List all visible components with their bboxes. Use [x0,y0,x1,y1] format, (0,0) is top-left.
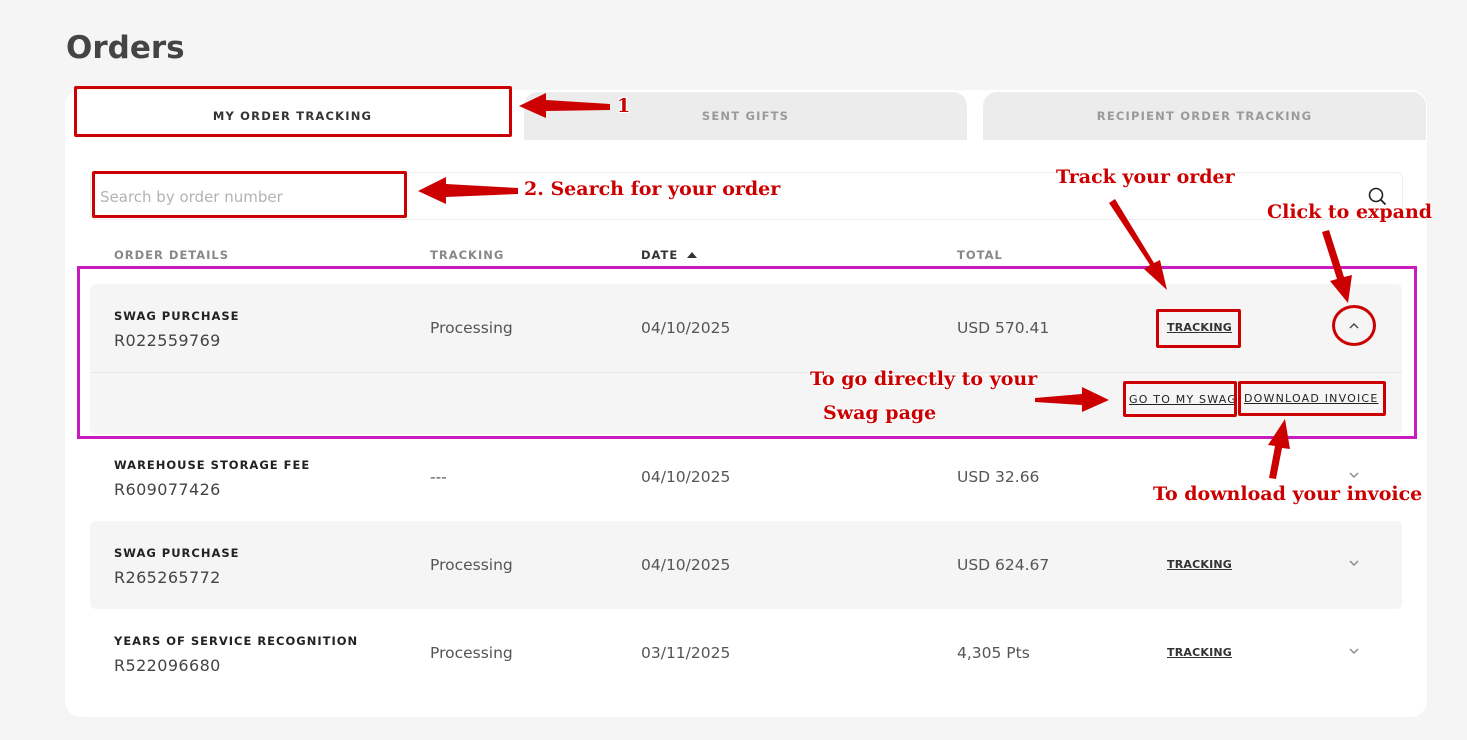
tracking-status: --- [430,468,447,486]
order-type: YEARS OF SERVICE RECOGNITION [114,634,359,648]
header-total: TOTAL [957,248,1003,262]
tracking-link[interactable]: TRACKING [1167,646,1232,659]
annotation-swag-line-1: To go directly to your [810,368,1038,390]
order-date: 03/11/2025 [641,644,731,662]
annotation-swag-line-2: Swag page [823,402,937,424]
tracking-status: Processing [430,319,513,337]
annotation-step-1: 1 [617,95,631,117]
page-title: Orders [66,30,185,66]
go-to-my-swag-link[interactable]: GO TO MY SWAG [1129,393,1237,406]
annotation-search: 2. Search for your order [524,178,781,200]
download-invoice-link[interactable]: DOWNLOAD INVOICE [1244,392,1378,405]
chevron-down-icon[interactable] [1347,558,1361,568]
order-total: USD 570.41 [957,319,1050,337]
order-total: USD 624.67 [957,556,1050,574]
order-type: SWAG PURCHASE [114,546,240,560]
chevron-down-icon[interactable] [1347,470,1361,480]
order-date: 04/10/2025 [641,468,731,486]
annotation-invoice: To download your invoice [1153,483,1423,505]
table-row-expanded [90,284,1402,434]
order-date: 04/10/2025 [641,556,731,574]
chevron-up-icon[interactable] [1347,321,1361,331]
order-number: R609077426 [114,480,221,499]
sort-ascending-icon[interactable] [686,251,698,259]
order-total: 4,305 Pts [957,644,1030,662]
annotation-track: Track your order [1056,166,1235,188]
tracking-link[interactable]: TRACKING [1167,558,1232,571]
order-date: 04/10/2025 [641,319,731,337]
order-type: SWAG PURCHASE [114,309,240,323]
tab-my-order-tracking[interactable]: MY ORDER TRACKING [65,92,520,140]
annotation-expand: Click to expand [1267,201,1433,223]
header-order-details: ORDER DETAILS [114,248,230,262]
tracking-status: Processing [430,644,513,662]
tab-sent-gifts[interactable]: SENT GIFTS [524,92,967,140]
order-total: USD 32.66 [957,468,1040,486]
order-number: R265265772 [114,568,221,587]
order-number: R022559769 [114,331,221,350]
tracking-status: Processing [430,556,513,574]
search-input[interactable] [100,184,390,210]
chevron-down-icon[interactable] [1347,646,1361,656]
tab-recipient-order-tracking[interactable]: RECIPIENT ORDER TRACKING [983,92,1426,140]
header-tracking: TRACKING [430,248,505,262]
order-type: WAREHOUSE STORAGE FEE [114,458,311,472]
header-date[interactable]: DATE [641,248,678,262]
order-number: R522096680 [114,656,221,675]
tracking-link[interactable]: TRACKING [1167,321,1232,334]
row-divider [90,372,1402,373]
